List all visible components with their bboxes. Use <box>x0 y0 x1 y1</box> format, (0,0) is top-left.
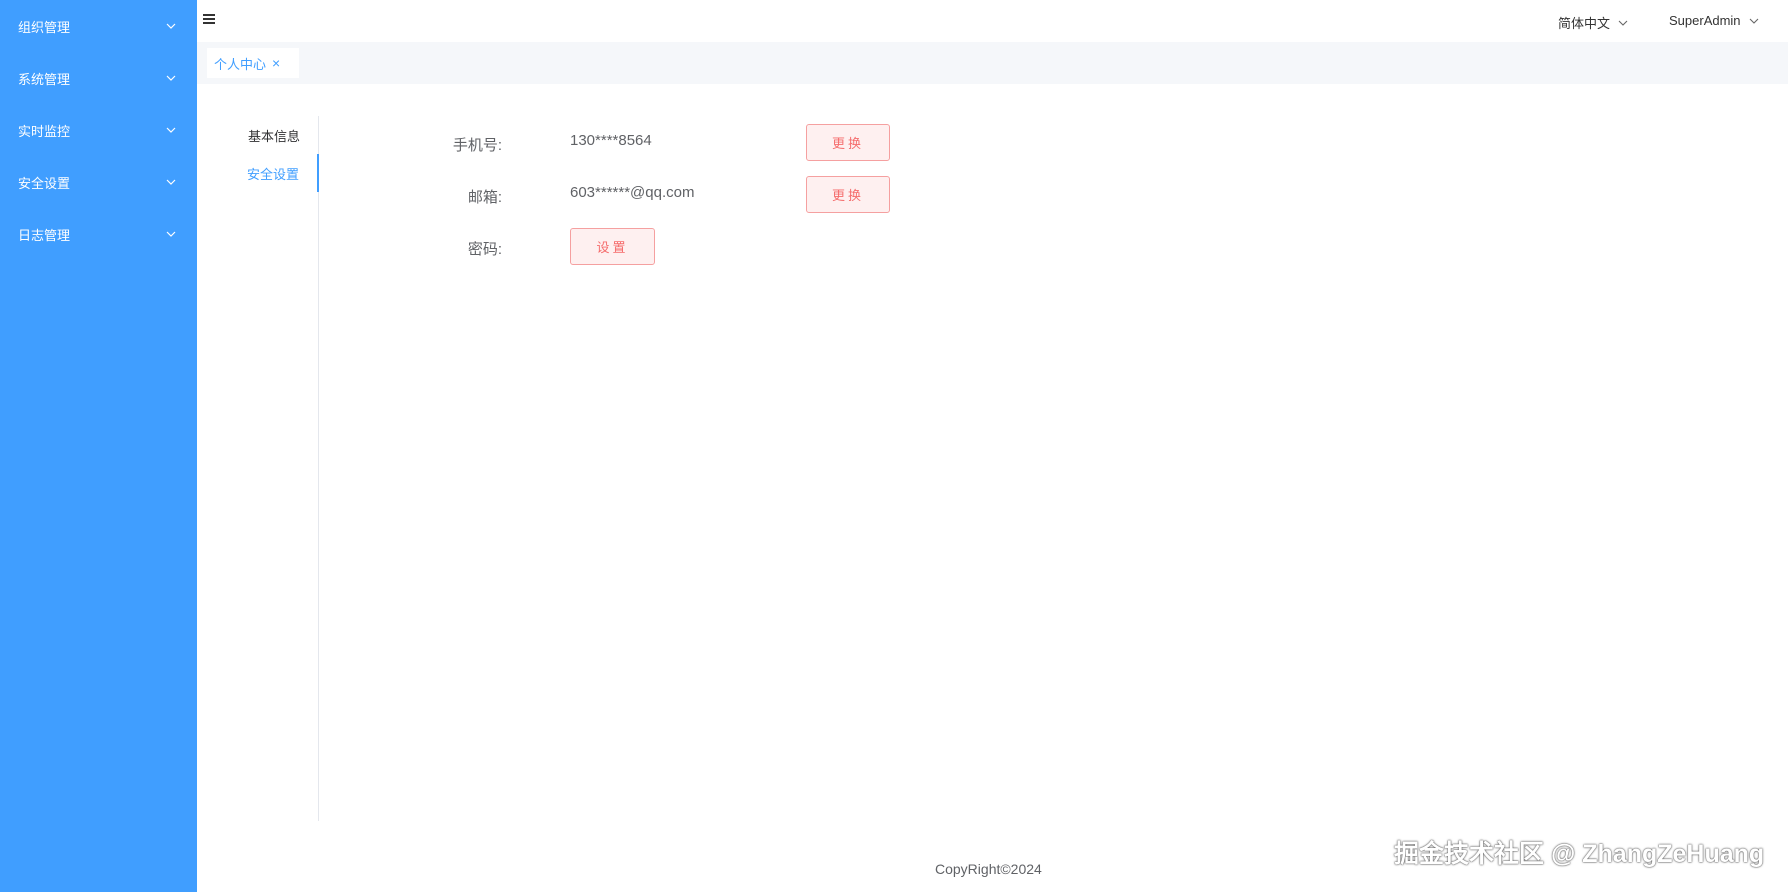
sidebar-item-label: 日志管理 <box>18 227 71 243</box>
sidebar-item-label: 系统管理 <box>18 71 71 87</box>
chevron-down-icon <box>166 75 176 81</box>
sidebar-item-org[interactable]: 组织管理 <box>0 0 197 52</box>
menu-toggle-icon[interactable] <box>203 14 215 26</box>
language-dropdown[interactable]: 简体中文 <box>1558 13 1628 32</box>
email-value: 603******@qq.com <box>570 184 695 201</box>
sidebar-item-logs[interactable]: 日志管理 <box>0 208 197 260</box>
sidebar-item-label: 组织管理 <box>18 19 71 35</box>
subnav-item-label: 基本信息 <box>247 128 300 144</box>
sidebar-item-label: 实时监控 <box>18 123 71 139</box>
phone-label: 手机号: <box>452 137 502 154</box>
user-name: SuperAdmin <box>1669 13 1741 28</box>
subnav-item-security-settings[interactable]: 安全设置 <box>219 154 319 192</box>
password-label: 密码: <box>467 241 502 258</box>
top-header: 简体中文 SuperAdmin <box>197 0 1788 42</box>
tabs-bar: 个人中心 × <box>197 42 1788 84</box>
chevron-down-icon <box>166 127 176 133</box>
sidebar: 组织管理 系统管理 实时监控 安全设置 日志管理 <box>0 0 197 892</box>
change-email-button[interactable]: 更换 <box>806 176 890 213</box>
sidebar-item-system[interactable]: 系统管理 <box>0 52 197 104</box>
profile-subnav: 基本信息 安全设置 <box>197 116 319 821</box>
email-label: 邮箱: <box>467 189 502 206</box>
subnav-item-basic-info[interactable]: 基本信息 <box>218 116 318 154</box>
watermark: 掘金技术社区 @ ZhangZeHuang <box>1394 840 1765 868</box>
language-label: 简体中文 <box>1558 16 1611 31</box>
chevron-down-icon <box>166 231 176 237</box>
phone-value: 130****8564 <box>570 132 652 149</box>
chevron-down-icon <box>166 179 176 185</box>
chevron-down-icon <box>1618 20 1628 26</box>
chevron-down-icon <box>1749 18 1758 24</box>
subnav-item-label: 安全设置 <box>246 166 299 182</box>
footer-copyright: CopyRight©2024 <box>935 861 1042 877</box>
sidebar-item-label: 安全设置 <box>18 175 71 191</box>
sidebar-item-security[interactable]: 安全设置 <box>0 156 197 208</box>
change-phone-button[interactable]: 更换 <box>806 124 890 161</box>
chevron-down-icon <box>166 23 176 29</box>
close-icon[interactable]: × <box>272 56 280 70</box>
user-dropdown[interactable]: SuperAdmin <box>1669 13 1759 28</box>
tab-label: 个人中心 <box>214 56 267 72</box>
sidebar-item-monitor[interactable]: 实时监控 <box>0 104 197 156</box>
set-password-button[interactable]: 设置 <box>570 228 655 265</box>
tab-personal-center[interactable]: 个人中心 × <box>207 48 299 78</box>
